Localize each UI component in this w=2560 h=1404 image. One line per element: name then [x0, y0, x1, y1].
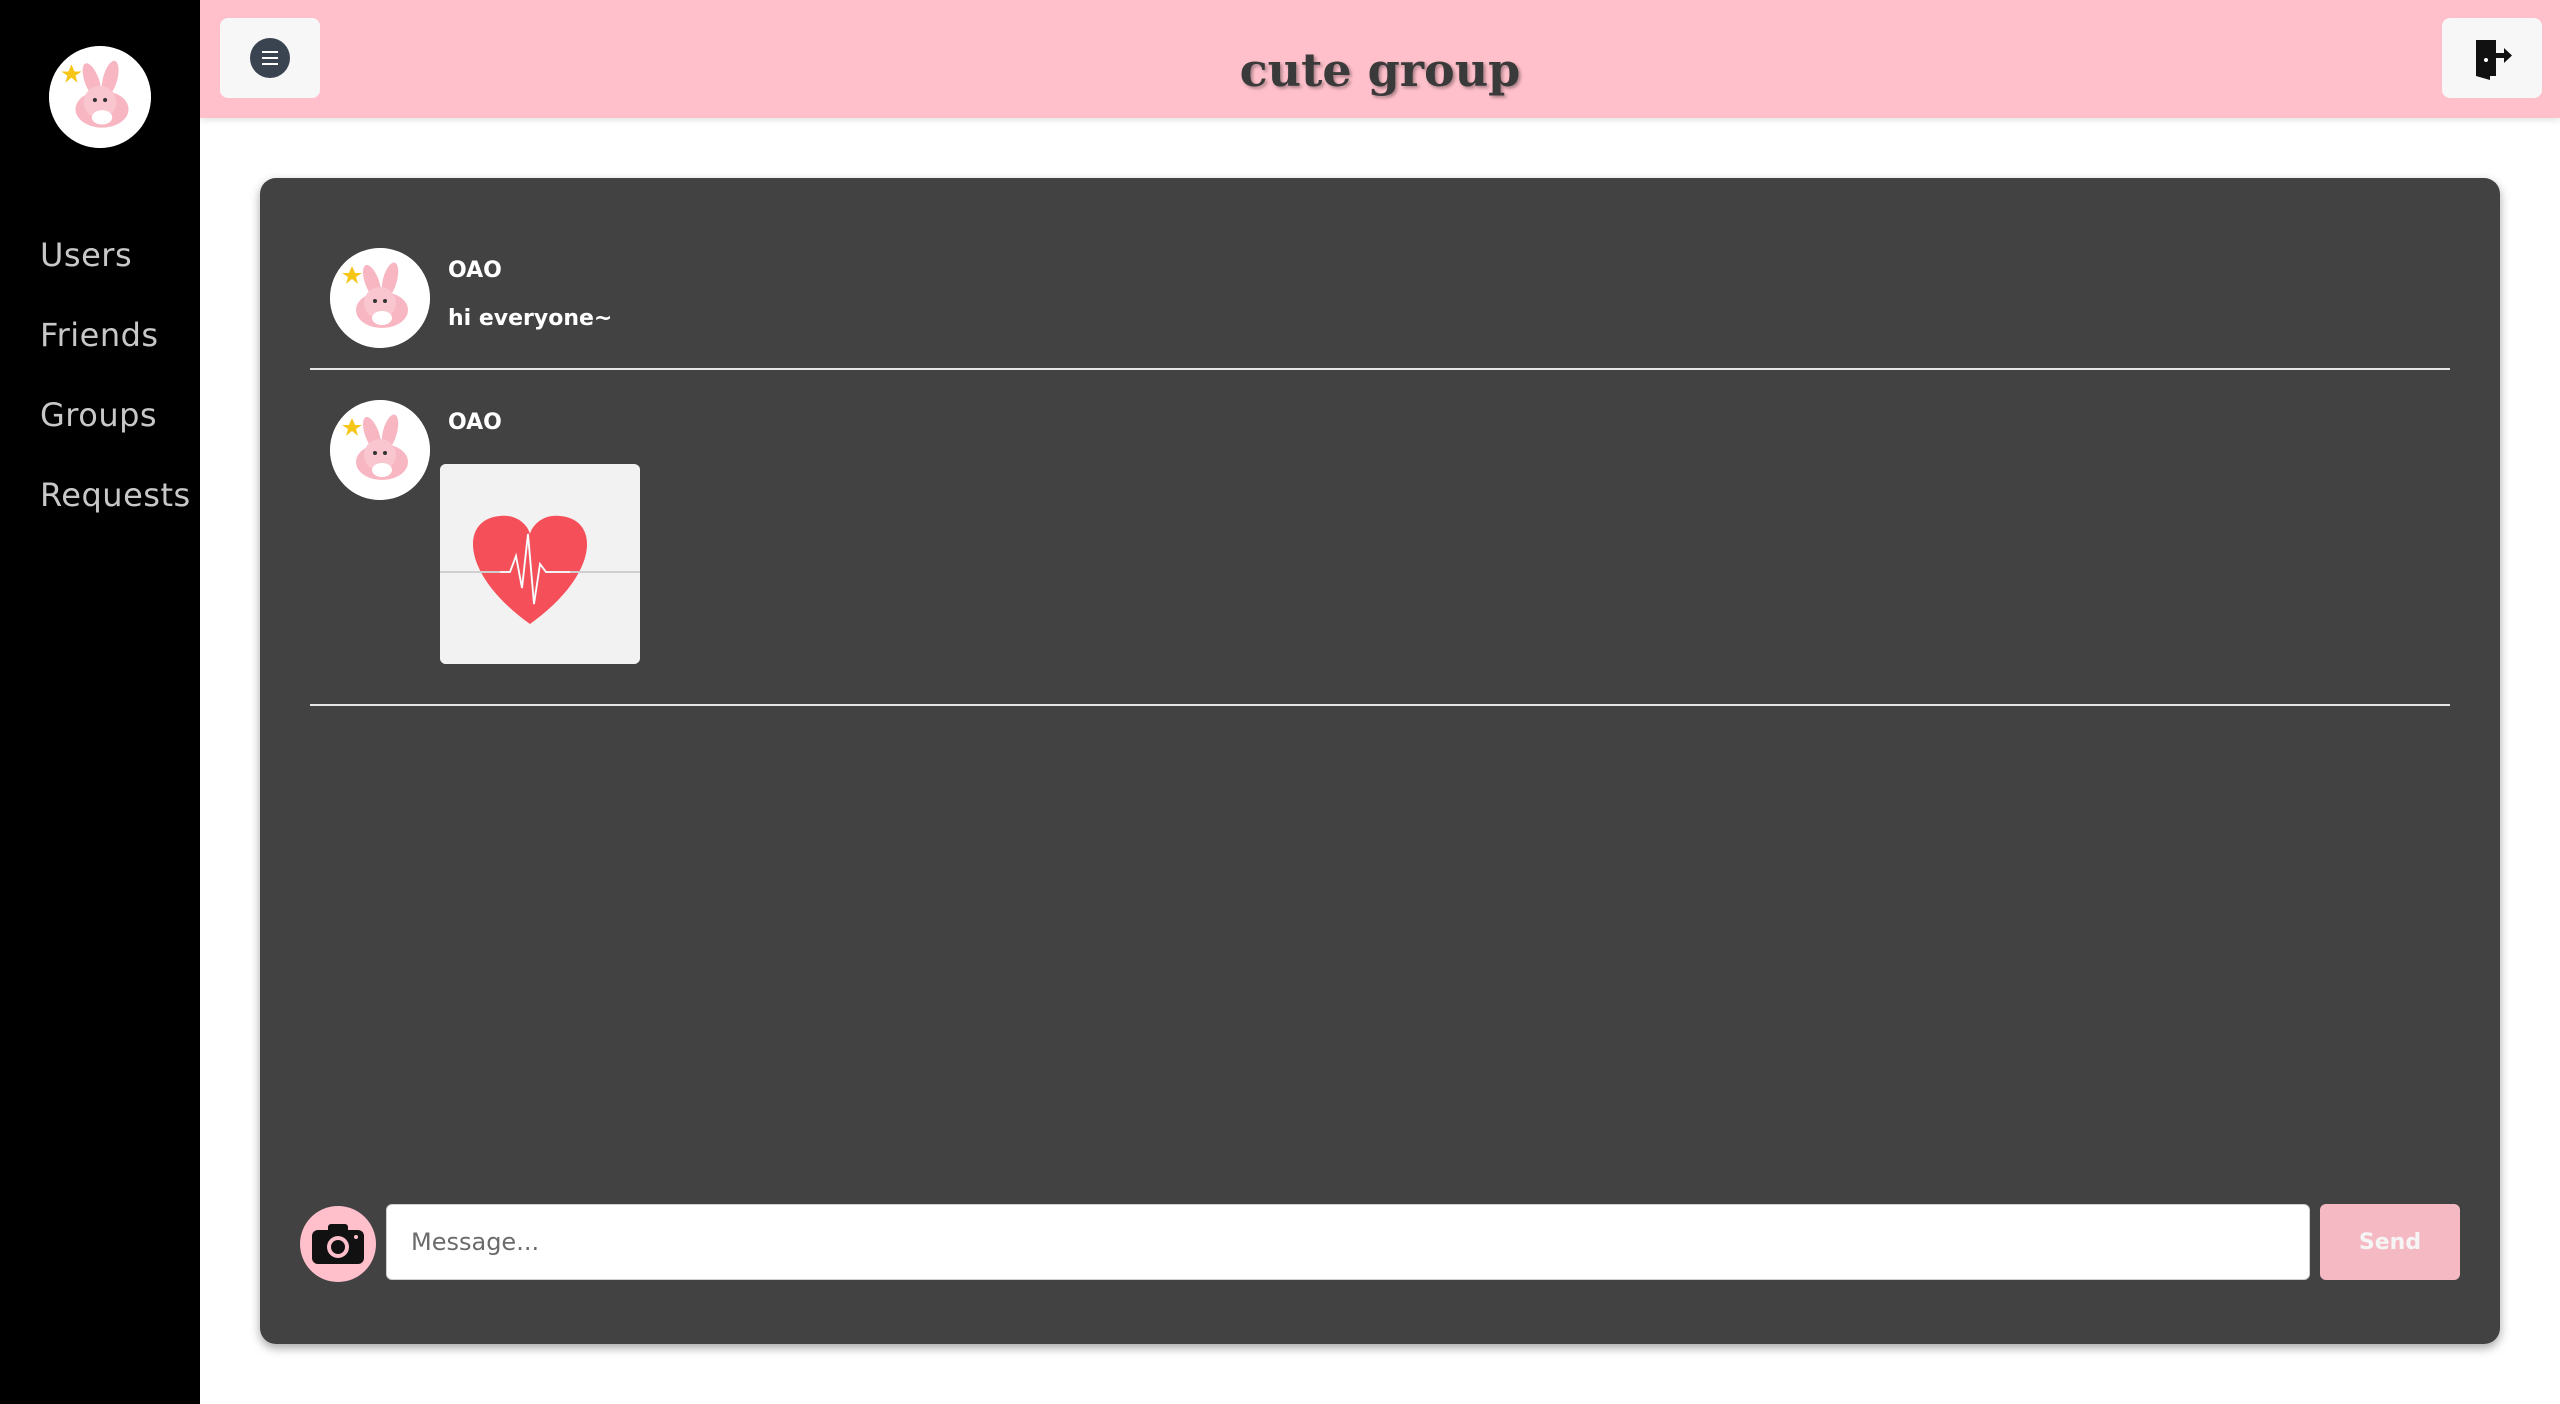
avatar[interactable]: [330, 248, 430, 348]
camera-icon: [312, 1224, 364, 1264]
door-exit-icon: [2476, 40, 2512, 80]
chat-panel: OAO hi everyone~ OAO Message... Send: [260, 178, 2500, 1344]
app-logo-avatar[interactable]: [49, 46, 151, 148]
bunny-avatar-icon: [330, 248, 430, 348]
sidebar: Users Friends Groups Requests: [0, 0, 200, 1404]
bunny-avatar-icon: [330, 400, 430, 500]
sidebar-item-groups[interactable]: Groups: [40, 396, 157, 434]
message-divider: [310, 704, 2450, 706]
message-username: OAO: [448, 258, 502, 283]
send-button[interactable]: Send: [2320, 1204, 2460, 1280]
camera-button[interactable]: [300, 1206, 376, 1282]
bunny-avatar-icon: [49, 46, 151, 148]
logout-button[interactable]: [2442, 18, 2542, 98]
message-image[interactable]: [440, 464, 640, 664]
message-username: OAO: [448, 410, 502, 435]
sidebar-item-friends[interactable]: Friends: [40, 316, 159, 354]
sidebar-item-users[interactable]: Users: [40, 236, 132, 274]
heart-pulse-icon: [440, 464, 640, 664]
avatar[interactable]: [330, 400, 430, 500]
top-header: cute group: [200, 0, 2560, 118]
menu-button[interactable]: [220, 18, 320, 98]
page-title: cute group: [1239, 43, 1521, 97]
message-input[interactable]: [386, 1204, 2310, 1280]
message-divider: [310, 368, 2450, 370]
menu-circle-icon: [250, 38, 290, 78]
sidebar-item-requests[interactable]: Requests: [40, 476, 191, 514]
message-text: hi everyone~: [448, 306, 613, 331]
